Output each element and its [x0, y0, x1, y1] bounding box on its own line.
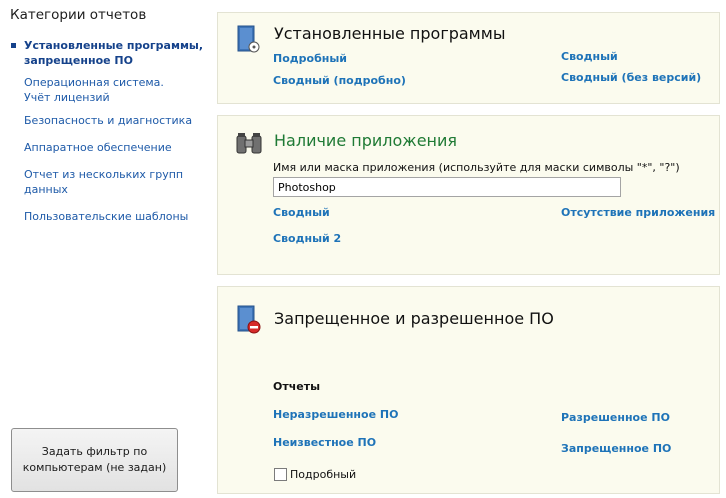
- sidebar-item-label: Учёт лицензий: [24, 91, 110, 104]
- installed-summary-link[interactable]: Сводный: [561, 50, 618, 63]
- sidebar-item-label: Операционная система.: [24, 76, 164, 89]
- filter-button-label: Задать фильтр по: [41, 445, 148, 458]
- installed-programs-title: Установленные программы: [274, 24, 506, 43]
- sidebar-item-label: Установленные программы,: [24, 39, 204, 52]
- sidebar-item-label: Аппаратное обеспечение: [24, 141, 172, 154]
- sidebar-item-label: Пользовательские шаблоны: [24, 210, 189, 223]
- availability-summary-link[interactable]: Сводный: [273, 206, 330, 219]
- availability-summary2-link[interactable]: Сводный 2: [273, 232, 341, 245]
- sidebar-item-user-templates[interactable]: Пользовательские шаблоны: [24, 209, 188, 224]
- allowed-software-link[interactable]: Разрешенное ПО: [561, 411, 670, 424]
- active-bullet-icon: [11, 43, 16, 48]
- forbidden-software-title: Запрещенное и разрешенное ПО: [274, 309, 554, 328]
- app-mask-input[interactable]: [273, 177, 621, 197]
- filter-button-label: компьютерам (не задан): [22, 461, 167, 474]
- programs-book-icon: [237, 25, 260, 53]
- forbidden-book-icon: [237, 305, 261, 334]
- binoculars-icon: [236, 133, 262, 154]
- sidebar-title: Категории отчетов: [10, 7, 147, 23]
- sidebar-item-os-licenses[interactable]: Операционная система. Учёт лицензий: [24, 75, 164, 105]
- forbidden-software-link[interactable]: Запрещенное ПО: [561, 442, 671, 455]
- sidebar-item-hardware[interactable]: Аппаратное обеспечение: [24, 140, 172, 155]
- installed-summary-detailed-link[interactable]: Сводный (подробно): [273, 74, 406, 87]
- sidebar-item-installed-programs[interactable]: Установленные программы, запрещенное ПО: [24, 38, 203, 68]
- sidebar-item-label: Отчет из нескольких групп: [24, 168, 184, 181]
- installed-programs-panel: Установленные программы Подробный Сводны…: [217, 12, 720, 104]
- sidebar-item-security[interactable]: Безопасность и диагностика: [24, 113, 192, 128]
- app-absence-link[interactable]: Отсутствие приложения: [561, 206, 715, 219]
- reports-label: Отчеты: [273, 380, 321, 393]
- installed-summary-no-versions-link[interactable]: Сводный (без версий): [561, 71, 701, 84]
- sidebar-item-label: запрещенное ПО: [24, 54, 133, 67]
- detailed-checkbox-label: Подробный: [290, 468, 357, 481]
- app-mask-label: Имя или маска приложения (используйте дл…: [273, 161, 680, 174]
- computer-filter-button[interactable]: Задать фильтр по компьютерам (не задан): [11, 428, 178, 492]
- installed-detailed-link[interactable]: Подробный: [273, 52, 347, 65]
- sidebar-item-multi-group[interactable]: Отчет из нескольких групп данных: [24, 167, 183, 197]
- sidebar-item-label: Безопасность и диагностика: [24, 114, 193, 127]
- app-availability-title: Наличие приложения: [274, 131, 458, 150]
- sidebar-item-label: данных: [24, 183, 68, 196]
- forbidden-software-panel: Запрещенное и разрешенное ПО Отчеты Нера…: [217, 286, 720, 494]
- unknown-software-link[interactable]: Неизвестное ПО: [273, 436, 376, 449]
- unapproved-software-link[interactable]: Неразрешенное ПО: [273, 408, 398, 421]
- app-availability-panel: Наличие приложения Имя или маска приложе…: [217, 115, 720, 275]
- detailed-checkbox[interactable]: [274, 468, 287, 481]
